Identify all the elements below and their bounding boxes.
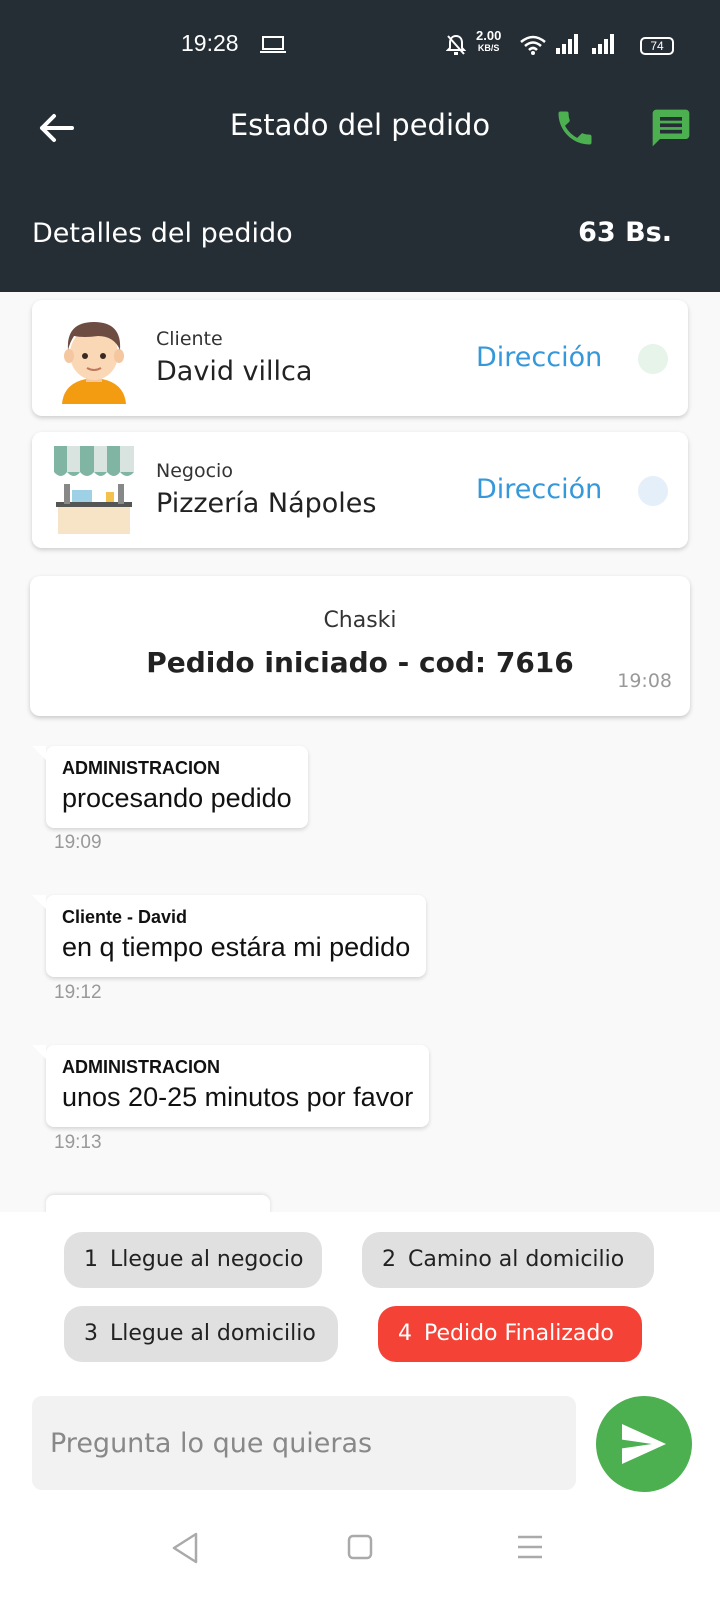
message-sender: ADMINISTRACION	[62, 1057, 220, 1077]
client-status-dot	[638, 344, 668, 374]
nav-menu-icon[interactable]	[512, 1528, 552, 1568]
system-message: Pedido iniciado - cod: 7616	[146, 646, 574, 679]
step-button-2[interactable]: 2 Camino al domicilio	[362, 1232, 654, 1288]
page-title: Estado del pedido	[229, 108, 491, 142]
business-direction-link[interactable]: Dirección	[476, 474, 602, 505]
chat-message: ADMINISTRACION procesando pedido	[32, 746, 308, 828]
laptop-icon	[260, 36, 286, 53]
business-name: Pizzería Nápoles	[156, 488, 377, 519]
order-status-screen: 19:28 2.00 KB/S 74 Estado del pedido Det…	[0, 0, 720, 1600]
back-arrow-icon[interactable]	[36, 108, 76, 148]
store-icon	[54, 446, 134, 534]
network-speed-value: 2.00	[476, 28, 502, 43]
step-button-4[interactable]: 4 Pedido Finalizado	[378, 1306, 642, 1362]
business-card: Negocio Pizzería Nápoles Dirección	[32, 432, 688, 548]
message-icon[interactable]	[648, 106, 694, 150]
send-icon	[622, 1424, 666, 1464]
chat-message: Cliente - David en q tiempo estára mi pe…	[31, 895, 427, 977]
app-header: 19:28 2.00 KB/S 74 Estado del pedido Det…	[0, 0, 720, 292]
phone-icon[interactable]	[553, 106, 597, 150]
client-card: Cliente David villca Dirección	[32, 300, 688, 416]
nav-home-icon[interactable]	[340, 1528, 380, 1568]
step-number: 1	[84, 1247, 98, 1272]
business-role-label: Negocio	[156, 460, 233, 482]
bell-muted-icon	[446, 34, 466, 55]
step-button-3[interactable]: 3 Llegue al domicilio	[64, 1306, 338, 1362]
message-text: unos 20-25 minutos por favor	[62, 1082, 414, 1112]
step-number: 3	[84, 1321, 98, 1346]
wifi-icon	[520, 35, 546, 55]
message-time: 19:09	[54, 832, 102, 853]
system-nav-bar	[0, 1528, 720, 1600]
client-avatar	[62, 322, 126, 404]
status-bar: 19:28 2.00 KB/S 74	[0, 28, 720, 64]
message-text: procesando pedido	[62, 783, 292, 813]
message-sender: Cliente - David	[62, 907, 188, 927]
step-number: 4	[398, 1321, 412, 1346]
step-number: 2	[382, 1247, 396, 1272]
bottom-panel: 1 Llegue al negocio 2 Camino al domicilio …	[0, 1212, 720, 1600]
status-time: 19:28	[181, 30, 239, 56]
step-label: Pedido Finalizado	[424, 1321, 614, 1346]
network-speed-unit: KB/S	[477, 43, 500, 53]
client-direction-link[interactable]: Dirección	[476, 342, 602, 373]
message-input[interactable]	[32, 1396, 576, 1490]
client-name: David villca	[156, 356, 313, 387]
message-sender: ADMINISTRACION	[62, 758, 220, 778]
step-label: Camino al domicilio	[408, 1247, 625, 1272]
client-role-label: Cliente	[156, 328, 223, 350]
order-total: 63 Bs.	[578, 217, 672, 248]
step-button-1[interactable]: 1 Llegue al negocio	[64, 1232, 322, 1288]
business-status-dot	[638, 476, 668, 506]
message-text: en q tiempo estára mi pedido	[62, 932, 411, 962]
step-label: Llegue al domicilio	[110, 1321, 316, 1346]
chat-message: ADMINISTRACION unos 20-25 minutos por fa…	[31, 1045, 430, 1127]
signal-icon-1	[556, 34, 578, 54]
system-sender: Chaski	[323, 608, 397, 633]
message-time: 19:12	[54, 982, 102, 1003]
send-button[interactable]	[596, 1396, 692, 1492]
message-time: 19:13	[54, 1132, 102, 1153]
order-details-label: Detalles del pedido	[32, 218, 293, 249]
network-speed: 2.00 KB/S	[476, 28, 502, 54]
nav-back-icon[interactable]	[166, 1528, 206, 1568]
system-message-card: Chaski Pedido iniciado - cod: 7616 19:08	[30, 576, 690, 716]
step-label: Llegue al negocio	[110, 1247, 304, 1272]
signal-icon-2	[592, 34, 614, 54]
battery-indicator: 74	[640, 37, 674, 55]
system-message-time: 19:08	[617, 670, 672, 692]
